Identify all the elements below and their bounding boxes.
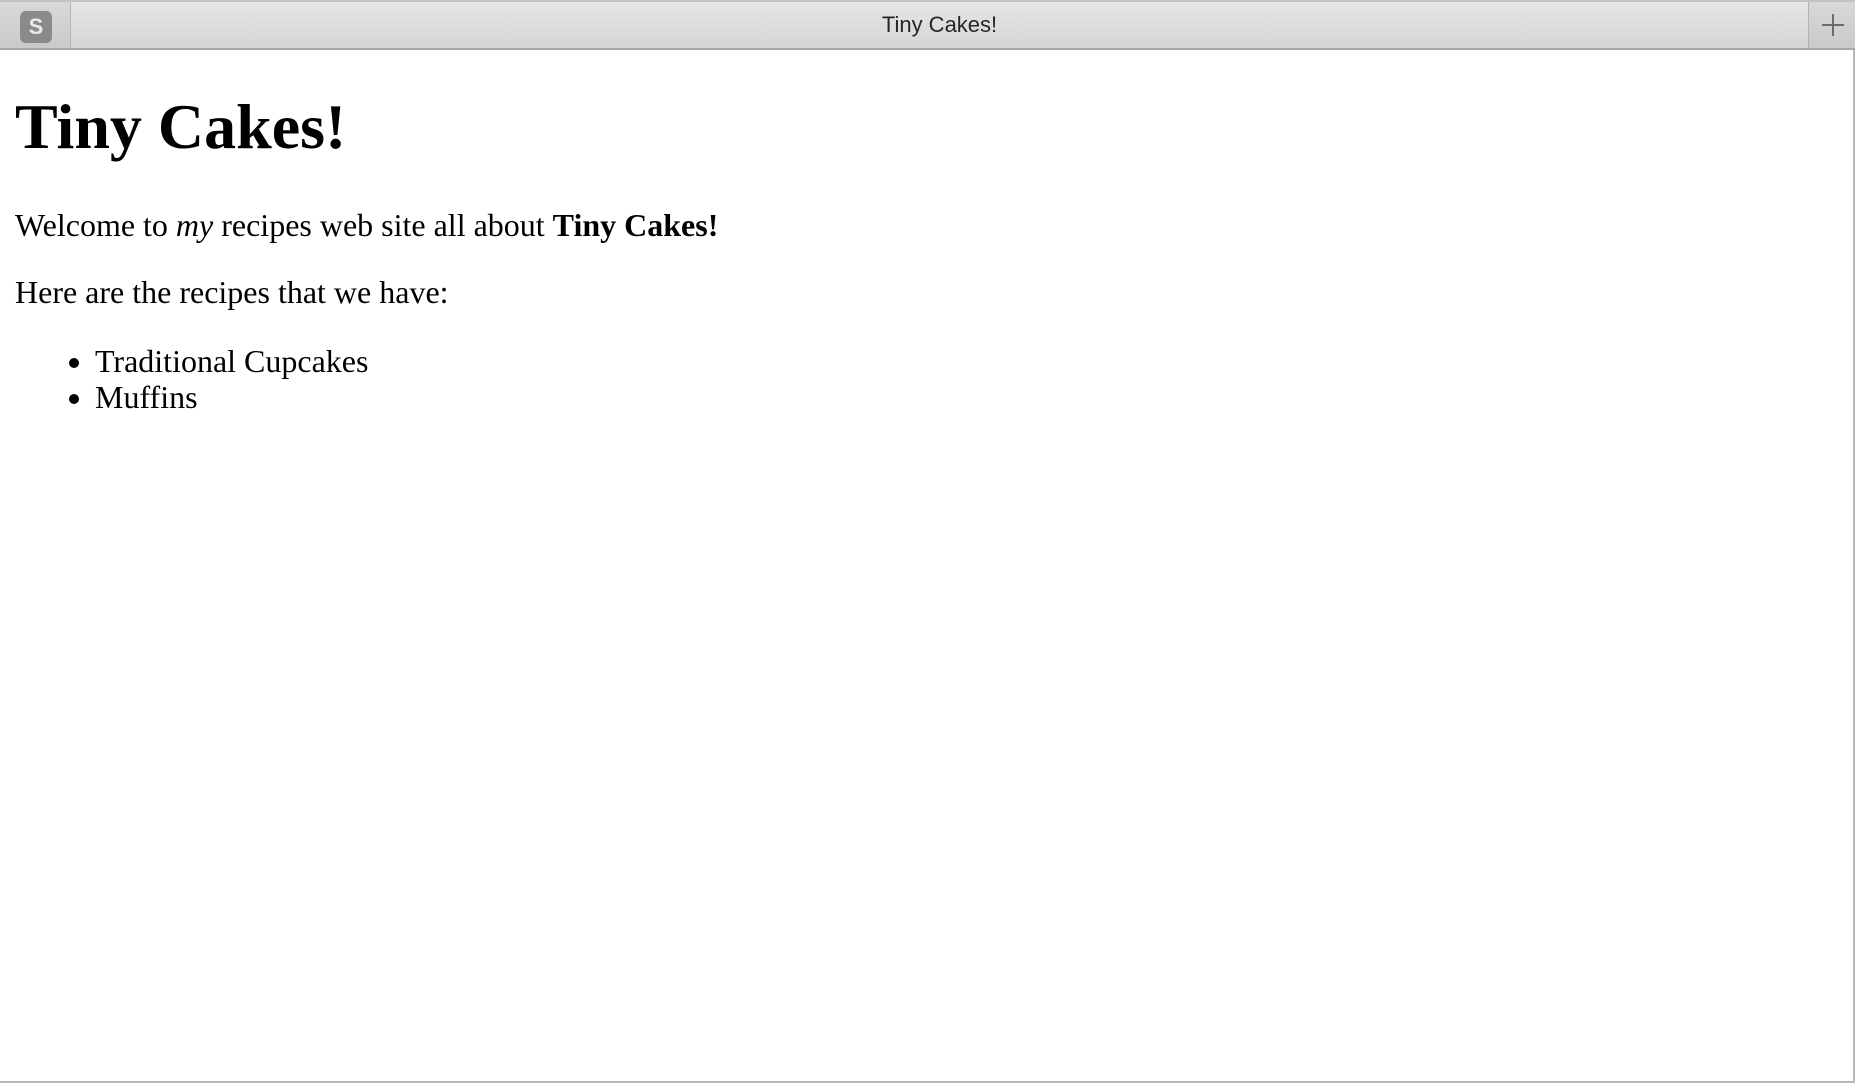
recipe-item-traditional-cupcakes: Traditional Cupcakes <box>95 343 368 379</box>
page-heading: Tiny Cakes! <box>15 91 347 162</box>
recipes-intro: Here are the recipes that we have: <box>15 274 449 310</box>
welcome-text-middle: recipes web site all about <box>213 207 553 243</box>
active-tab-title[interactable]: Tiny Cakes! <box>71 2 1808 48</box>
welcome-paragraph: Welcome to my recipes web site all about… <box>15 207 718 244</box>
pinned-tab[interactable]: S <box>0 2 71 48</box>
tab-bar: S Tiny Cakes! <box>0 0 1855 50</box>
browser-window: S Tiny Cakes! Tiny Cakes! Welcome to my … <box>0 0 1855 1083</box>
recipe-list: Traditional Cupcakes Muffins <box>15 343 368 415</box>
new-tab-button[interactable] <box>1808 2 1855 48</box>
plus-icon-stroke <box>1832 14 1834 36</box>
site-favicon-icon: S <box>20 11 52 43</box>
welcome-strong: Tiny Cakes! <box>552 207 719 243</box>
recipe-item-muffins: Muffins <box>95 379 368 415</box>
welcome-emphasis: my <box>175 207 214 243</box>
welcome-text-start: Welcome to <box>15 207 176 243</box>
page-content: Tiny Cakes! Welcome to my recipes web si… <box>0 50 1853 1081</box>
